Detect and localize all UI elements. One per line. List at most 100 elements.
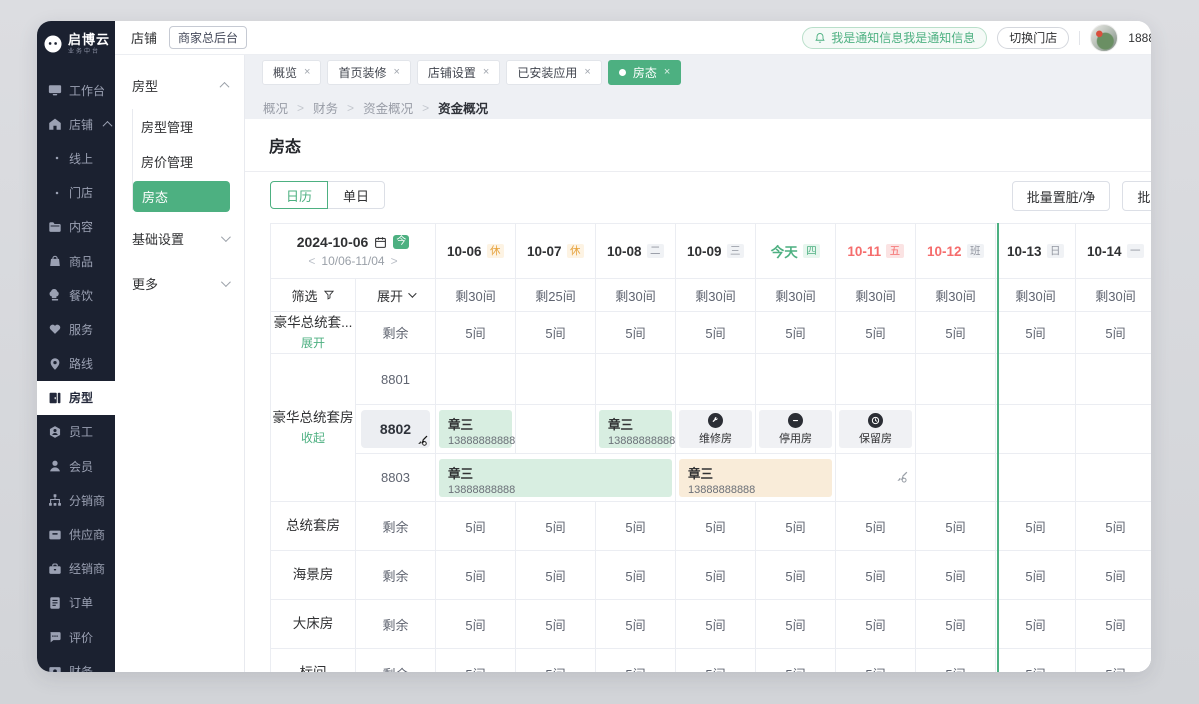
close-icon[interactable]: × (483, 67, 489, 78)
available-count-cell[interactable]: 5间 (596, 502, 676, 551)
empty-day-cell[interactable] (756, 354, 836, 405)
available-count-cell[interactable]: 5间 (1076, 649, 1152, 673)
empty-day-cell[interactable] (516, 405, 596, 454)
available-count-cell[interactable]: 5间 (756, 649, 836, 673)
tab-首页装修[interactable]: 首页装修× (327, 60, 410, 85)
room-type-cell[interactable]: 豪华总统套...展开 (271, 312, 356, 354)
tab-房态[interactable]: 房态× (608, 60, 681, 85)
booking-cell[interactable]: 章三 13888888888 (599, 410, 672, 448)
breadcrumb-item[interactable]: 资金概况 (363, 98, 413, 117)
room-type-cell[interactable]: 总统套房 (271, 502, 356, 551)
context-tag[interactable]: 商家总后台 (169, 26, 247, 49)
sidebar-item-财务[interactable]: 财务 (37, 654, 115, 672)
available-count-cell[interactable]: 5间 (516, 551, 596, 600)
available-count-cell[interactable]: 5间 (436, 312, 516, 354)
available-count-cell[interactable]: 5间 (1076, 551, 1152, 600)
available-count-cell[interactable]: 5间 (1076, 600, 1152, 649)
sidebar-item-内容[interactable]: 内容 (37, 210, 115, 244)
date-picker-cell[interactable]: 2024-10-06 今 < 10/06-11/04 > (271, 224, 436, 279)
available-count-cell[interactable]: 5间 (676, 649, 756, 673)
available-count-cell[interactable]: 5间 (916, 502, 996, 551)
empty-day-cell[interactable] (676, 354, 756, 405)
sidebar-item-餐饮[interactable]: 餐饮 (37, 278, 115, 312)
logo[interactable]: 启博云 业务中台 (37, 21, 115, 67)
sidebar-item-评价[interactable]: 评价 (37, 620, 115, 654)
available-count-cell[interactable]: 5间 (916, 600, 996, 649)
available-count-cell[interactable]: 5间 (596, 600, 676, 649)
sidebar-item-订单[interactable]: 订单 (37, 586, 115, 620)
submenu-section-roomtype[interactable]: 房型 (115, 54, 244, 107)
sidebar-item-分销商[interactable]: 分销商 (37, 483, 115, 517)
sidebar-item-门店[interactable]: 门店 (37, 176, 115, 210)
submenu-item-房价管理[interactable]: 房价管理 (115, 144, 244, 179)
available-count-cell[interactable]: 5间 (756, 502, 836, 551)
available-count-cell[interactable]: 5间 (996, 551, 1076, 600)
next-week-arrow[interactable]: > (391, 254, 398, 268)
sidebar-item-工作台[interactable]: 工作台 (37, 73, 115, 107)
available-count-cell[interactable]: 5间 (516, 502, 596, 551)
sidebar-item-供应商[interactable]: 供应商 (37, 517, 115, 551)
available-count-cell[interactable]: 5间 (676, 551, 756, 600)
available-count-cell[interactable]: 5间 (996, 600, 1076, 649)
notification-pill[interactable]: 我是通知信息我是通知信息 (802, 27, 987, 49)
empty-day-cell[interactable] (916, 405, 996, 454)
empty-day-cell[interactable] (996, 354, 1076, 405)
available-count-cell[interactable]: 5间 (436, 551, 516, 600)
expand-link[interactable]: 展开 (271, 334, 355, 351)
available-count-cell[interactable]: 5间 (436, 600, 516, 649)
empty-day-cell[interactable] (836, 354, 916, 405)
room-status-保留房[interactable]: 保留房 (839, 410, 912, 448)
available-count-cell[interactable]: 5间 (836, 649, 916, 673)
available-count-cell[interactable]: 5间 (916, 551, 996, 600)
sidebar-item-经销商[interactable]: 经销商 (37, 552, 115, 586)
submenu-item-房态[interactable]: 房态 (133, 181, 230, 212)
breadcrumb-item[interactable]: 财务 (313, 98, 338, 117)
prev-week-arrow[interactable]: < (308, 254, 315, 268)
available-count-cell[interactable]: 5间 (516, 600, 596, 649)
available-count-cell[interactable]: 5间 (676, 600, 756, 649)
booking-cell[interactable]: 章三 13888888888 (439, 410, 512, 448)
filter-button[interactable]: 筛选 (271, 279, 356, 312)
available-count-cell[interactable]: 5间 (676, 312, 756, 354)
room-number-8803[interactable]: 8803 (356, 454, 436, 502)
booking-cell[interactable]: 章三 13888888888 (679, 459, 832, 497)
sidebar-item-店铺[interactable]: 店铺 (37, 107, 115, 141)
available-count-cell[interactable]: 5间 (516, 649, 596, 673)
available-count-cell[interactable]: 5间 (836, 502, 916, 551)
room-type-cell[interactable]: 大床房 (271, 600, 356, 649)
empty-day-cell[interactable] (996, 405, 1076, 454)
available-count-cell[interactable]: 5间 (516, 312, 596, 354)
close-icon[interactable]: × (304, 67, 310, 78)
breadcrumb-item[interactable]: 概况 (263, 98, 288, 117)
available-count-cell[interactable]: 5间 (996, 502, 1076, 551)
empty-day-cell[interactable] (916, 454, 996, 502)
available-count-cell[interactable]: 5间 (836, 600, 916, 649)
empty-day-cell[interactable] (1076, 454, 1152, 502)
broom-icon[interactable] (836, 470, 915, 485)
batch-clean-button[interactable]: 批量置脏/净 (1012, 181, 1111, 211)
available-count-cell[interactable]: 5间 (1076, 312, 1152, 354)
available-count-cell[interactable]: 5间 (836, 551, 916, 600)
batch-open-close-button[interactable]: 批量开/关 (1122, 181, 1151, 211)
close-icon[interactable]: × (393, 67, 399, 78)
available-count-cell[interactable]: 5间 (916, 312, 996, 354)
available-count-cell[interactable]: 5间 (916, 649, 996, 673)
sidebar-item-商品[interactable]: 商品 (37, 244, 115, 278)
sidebar-item-会员[interactable]: 会员 (37, 449, 115, 483)
sidebar-item-线上[interactable]: 线上 (37, 141, 115, 175)
submenu-group-基础设置[interactable]: 基础设置 (115, 216, 244, 261)
available-count-cell[interactable]: 5间 (836, 312, 916, 354)
room-type-group-cell[interactable]: 豪华总统套房 收起 (271, 354, 356, 502)
tab-概览[interactable]: 概览× (262, 60, 321, 85)
close-icon[interactable]: × (584, 67, 590, 78)
sidebar-item-员工[interactable]: 员工 (37, 415, 115, 449)
submenu-item-房型管理[interactable]: 房型管理 (115, 109, 244, 144)
available-count-cell[interactable]: 5间 (756, 551, 836, 600)
available-count-cell[interactable]: 5间 (596, 312, 676, 354)
room-status-维修房[interactable]: 维修房 (679, 410, 752, 448)
empty-day-cell[interactable] (596, 354, 676, 405)
today-badge[interactable]: 今 (393, 235, 409, 249)
available-count-cell[interactable]: 5间 (996, 312, 1076, 354)
switch-store-button[interactable]: 切换门店 (997, 27, 1069, 49)
booking-cell[interactable]: 章三 13888888888 (439, 459, 672, 497)
